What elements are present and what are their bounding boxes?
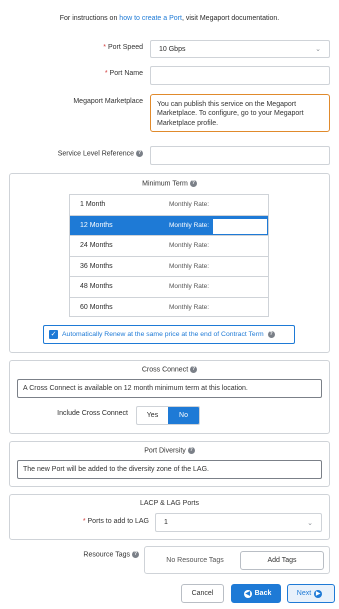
cross-connect-no-button[interactable]: No (168, 407, 199, 424)
monthly-rate-value (212, 217, 268, 235)
next-label: Next (296, 590, 312, 597)
port-speed-value: 10 Gbps (159, 45, 186, 53)
arrow-right-icon: ▶ (314, 589, 323, 598)
cross-connect-title: Cross Connect? (141, 366, 198, 374)
resource-tags-label: Resource Tags? (83, 551, 139, 559)
include-cross-connect-label: Include Cross Connect (57, 410, 128, 417)
help-icon[interactable]: ? (189, 180, 197, 187)
no-resource-tags-text: No Resource Tags (166, 557, 224, 564)
minimum-term-title: Minimum Term? (142, 180, 197, 188)
service-level-reference-label: Service Level Reference? (57, 150, 143, 158)
checkbox-checked-icon[interactable]: ✓ (49, 330, 58, 339)
intro-text: For instructions on how to create a Port… (0, 15, 339, 22)
auto-renew-label: Automatically Renew at the same price at… (62, 331, 264, 338)
term-option-24-months[interactable]: 24 Months Monthly Rate: (70, 236, 268, 257)
back-label: Back (254, 590, 272, 597)
port-name-input[interactable] (150, 66, 330, 85)
port-speed-label: * Port Speed (103, 44, 143, 51)
service-level-reference-input[interactable] (150, 146, 330, 165)
help-icon[interactable]: ? (132, 551, 139, 558)
cross-connect-message: A Cross Connect is available on 12 month… (17, 379, 322, 398)
lacp-lag-title: LACP & LAG Ports (139, 500, 199, 507)
port-name-label: * Port Name (104, 70, 143, 77)
marketplace-notice: You can publish this service on the Mega… (150, 94, 330, 132)
cross-connect-yes-button[interactable]: Yes (137, 407, 168, 424)
ports-to-add-label: * Ports to add to LAG (82, 518, 149, 525)
term-option-36-months[interactable]: 36 Months Monthly Rate: (70, 257, 268, 277)
intro-prefix: For instructions on (59, 15, 120, 22)
ports-to-add-value: 1 (164, 519, 168, 526)
add-tags-button[interactable]: Add Tags (240, 551, 324, 570)
help-icon[interactable]: ? (187, 447, 195, 454)
auto-renew-option[interactable]: ✓ Automatically Renew at the same price … (43, 325, 295, 344)
port-diversity-message: The new Port will be added to the divers… (17, 460, 322, 479)
ports-to-add-select[interactable]: 1 ⌄ (155, 513, 322, 532)
minimum-term-table: 1 Month Monthly Rate: 12 Months Monthly … (69, 194, 269, 317)
help-icon[interactable]: ? (267, 331, 275, 338)
next-button[interactable]: Next ▶ (287, 584, 335, 603)
help-icon[interactable]: ? (190, 366, 198, 373)
back-button[interactable]: ◀ Back (231, 584, 281, 603)
term-option-60-months[interactable]: 60 Months Monthly Rate: (70, 298, 268, 319)
term-option-12-months[interactable]: 12 Months Monthly Rate: (70, 215, 268, 236)
help-icon[interactable]: ? (136, 150, 143, 157)
marketplace-label: Megaport Marketplace (73, 98, 143, 105)
docs-link[interactable]: how to create a Port (119, 15, 182, 22)
port-speed-select[interactable]: 10 Gbps ⌄ (150, 40, 330, 58)
intro-suffix: , visit Megaport documentation. (181, 15, 280, 22)
cancel-button[interactable]: Cancel (181, 584, 224, 603)
chevron-down-icon: ⌄ (315, 46, 321, 53)
port-diversity-title: Port Diversity? (144, 447, 195, 455)
arrow-left-icon: ◀ (243, 589, 252, 598)
include-cross-connect-toggle: Yes No (136, 406, 200, 425)
term-option-48-months[interactable]: 48 Months Monthly Rate: (70, 277, 268, 298)
chevron-down-icon: ⌄ (307, 519, 313, 527)
term-option-1-month[interactable]: 1 Month Monthly Rate: (70, 195, 268, 216)
